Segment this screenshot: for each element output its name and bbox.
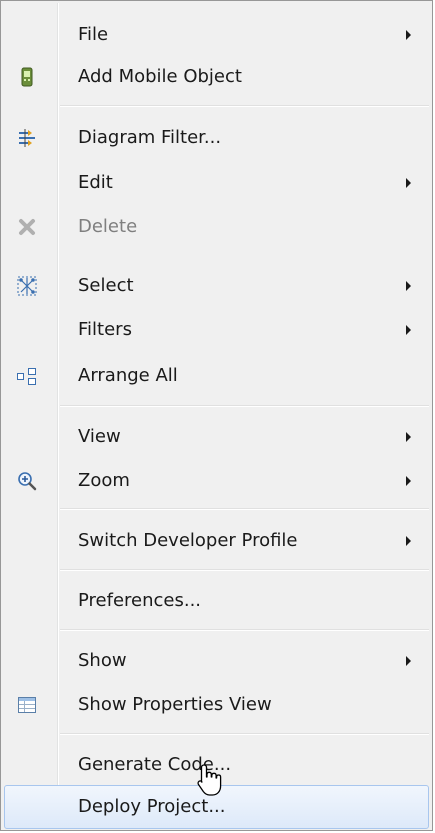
menu-item-edit[interactable]: Edit [4,161,429,205]
menu-item-view[interactable]: View [4,415,429,459]
menu-item-label: Diagram Filter... [78,127,222,148]
menu-item-label: Switch Developer Profile [78,530,298,551]
menu-item-label: Delete [78,216,138,237]
menu-item-zoom[interactable]: Zoom [4,459,429,503]
menu-item-switch-developer-profile[interactable]: Switch Developer Profile [4,519,429,563]
menu-separator [60,569,429,571]
submenu-arrow-icon [406,325,411,335]
menu-item-filters[interactable]: Filters [4,308,429,352]
menu-item-arrange-all[interactable]: Arrange All [4,354,429,398]
menu-item-show-properties-view[interactable]: Show Properties View [4,683,429,727]
zoom-icon [18,472,37,491]
menu-separator [60,105,429,107]
delete-icon [19,219,35,235]
menu-item-diagram-filter[interactable]: Diagram Filter... [4,116,429,160]
diagram-filter-icon [19,129,35,147]
menu-separator [60,629,429,631]
mobile-object-icon [21,67,33,87]
arrange-all-icon [17,368,36,385]
submenu-arrow-icon [406,536,411,546]
hand-pointer-cursor-icon [197,764,222,796]
menu-separator [60,733,429,735]
menu-item-label: Zoom [78,470,130,491]
select-icon [17,276,37,296]
menu-item-label: Filters [78,319,132,340]
context-menu: File Add Mobile Object Diagram Filter...… [0,0,433,831]
menu-item-label: Show Properties View [78,694,272,715]
menu-item-show[interactable]: Show [4,639,429,683]
menu-item-delete: Delete [4,205,429,249]
submenu-arrow-icon [406,30,411,40]
menu-item-label: Add Mobile Object [78,66,242,87]
menu-item-select[interactable]: Select [4,264,429,308]
submenu-arrow-icon [406,476,411,486]
menu-item-label: Select [78,275,134,296]
menu-item-label: Show [78,650,127,671]
menu-item-label: Edit [78,172,113,193]
menu-item-label: Arrange All [78,365,178,386]
menu-item-add-mobile-object[interactable]: Add Mobile Object [4,55,429,99]
menu-item-file[interactable]: File [4,13,429,57]
submenu-arrow-icon [406,656,411,666]
menu-item-label: Preferences... [78,590,202,611]
menu-separator [60,508,429,510]
submenu-arrow-icon [406,281,411,291]
menu-separator [60,405,429,407]
menu-item-label: File [78,24,109,45]
submenu-arrow-icon [406,178,411,188]
menu-item-preferences[interactable]: Preferences... [4,579,429,623]
submenu-arrow-icon [406,432,411,442]
menu-item-label: View [78,426,121,447]
properties-view-icon [18,697,36,713]
